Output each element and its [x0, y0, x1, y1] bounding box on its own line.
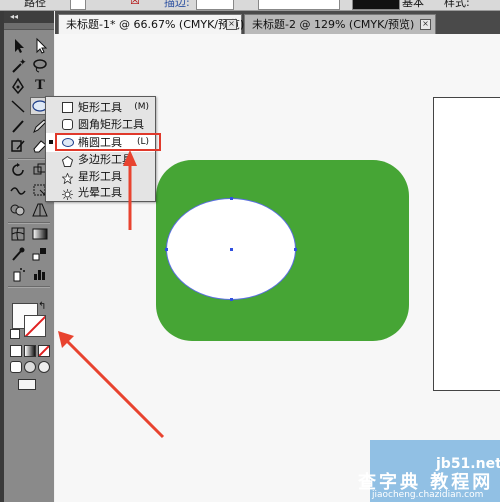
watermark-url: jiaocheng.chazidian.com	[372, 490, 484, 500]
annotation-arrows	[58, 150, 165, 439]
arrow-to-fill-swatch	[58, 331, 165, 439]
arrow-up-to-menu	[123, 150, 137, 230]
